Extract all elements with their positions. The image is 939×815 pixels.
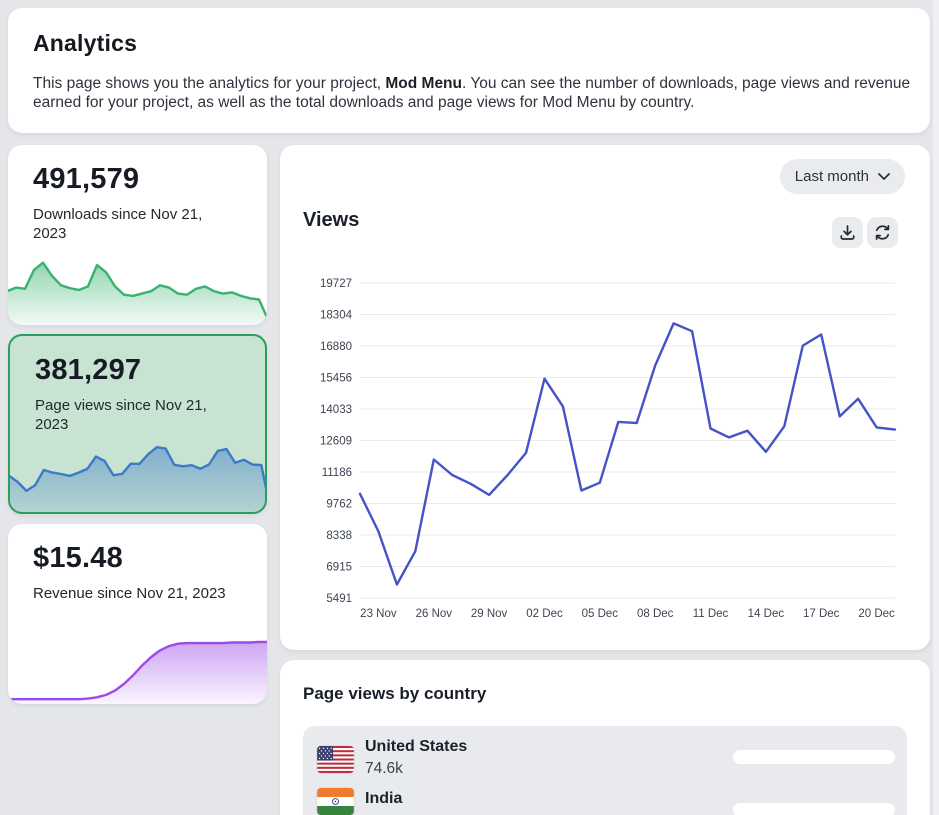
svg-text:19727: 19727 xyxy=(320,278,352,290)
chevron-down-icon xyxy=(878,173,890,180)
svg-text:20 Dec: 20 Dec xyxy=(858,608,895,620)
svg-text:8338: 8338 xyxy=(326,530,352,542)
description-text: This page shows you the analytics for yo… xyxy=(33,75,385,92)
revenue-stat-card[interactable]: $15.48 Revenue since Nov 21, 2023 xyxy=(8,524,267,704)
downloads-sparkline-chart xyxy=(8,254,267,325)
refresh-icon xyxy=(873,223,892,242)
country-name: India xyxy=(365,790,402,808)
svg-text:08 Dec: 08 Dec xyxy=(637,608,674,620)
svg-text:17 Dec: 17 Dec xyxy=(803,608,840,620)
date-range-selector[interactable]: Last month xyxy=(780,159,905,194)
svg-text:14 Dec: 14 Dec xyxy=(748,608,785,620)
svg-text:6915: 6915 xyxy=(326,562,352,574)
svg-text:14033: 14033 xyxy=(320,404,352,416)
svg-text:18304: 18304 xyxy=(320,310,353,322)
svg-text:26 Nov: 26 Nov xyxy=(416,608,453,620)
country-name: United States xyxy=(365,738,467,756)
country-page-views-value: 74.6k xyxy=(365,760,403,778)
revenue-label: Revenue since Nov 21, 2023 xyxy=(33,585,239,604)
refresh-button[interactable] xyxy=(867,217,898,248)
svg-text:05 Dec: 05 Dec xyxy=(582,608,619,620)
country-section-title: Page views by country xyxy=(303,684,486,704)
country-progress-bar xyxy=(733,750,895,764)
svg-text:23 Nov: 23 Nov xyxy=(360,608,397,620)
download-icon xyxy=(838,223,857,242)
us-flag-icon xyxy=(317,746,354,773)
downloads-label: Downloads since Nov 21, 2023 xyxy=(33,206,239,244)
page-views-sparkline-chart xyxy=(9,441,267,513)
svg-text:11 Dec: 11 Dec xyxy=(693,608,729,620)
header-card: Analytics This page shows you the analyt… xyxy=(8,8,930,133)
page-views-stat-card-selected[interactable]: 381,297 Page views since Nov 21, 2023 xyxy=(8,334,267,514)
svg-text:12609: 12609 xyxy=(320,436,352,448)
downloads-stat-card[interactable]: 491,579 Downloads since Nov 21, 2023 xyxy=(8,145,267,325)
views-chart-card: Last month Views 549169158 xyxy=(280,145,930,650)
page-title: Analytics xyxy=(33,30,137,57)
country-list: United States 74.6k India xyxy=(303,726,907,815)
page-description: This page shows you the analytics for yo… xyxy=(33,74,911,112)
revenue-amount: $15.48 xyxy=(33,542,123,575)
country-progress-bar xyxy=(733,803,895,815)
svg-text:11186: 11186 xyxy=(322,467,352,479)
india-flag-icon xyxy=(317,788,354,815)
project-name: Mod Menu xyxy=(385,75,462,92)
download-button[interactable] xyxy=(832,217,863,248)
date-range-label: Last month xyxy=(795,168,869,185)
views-line-chart: 5491 6915 8338 9762 11186 12609 14033 15456 1688… xyxy=(300,260,912,635)
svg-text:9762: 9762 xyxy=(326,499,352,511)
page-views-by-country-card: Page views by country xyxy=(280,660,930,815)
svg-text:02 Dec: 02 Dec xyxy=(526,608,563,620)
svg-text:16880: 16880 xyxy=(320,341,352,353)
svg-text:15456: 15456 xyxy=(320,373,352,385)
page-scrollbar[interactable] xyxy=(933,0,939,815)
svg-text:5491: 5491 xyxy=(326,593,352,605)
downloads-count: 491,579 xyxy=(33,163,139,196)
page-views-label: Page views since Nov 21, 2023 xyxy=(35,397,241,435)
svg-text:29 Nov: 29 Nov xyxy=(471,608,508,620)
chart-title: Views xyxy=(303,209,359,232)
page-views-count: 381,297 xyxy=(35,354,141,387)
revenue-sparkline-chart xyxy=(8,633,267,704)
analytics-page: Analytics This page shows you the analyt… xyxy=(0,0,939,815)
